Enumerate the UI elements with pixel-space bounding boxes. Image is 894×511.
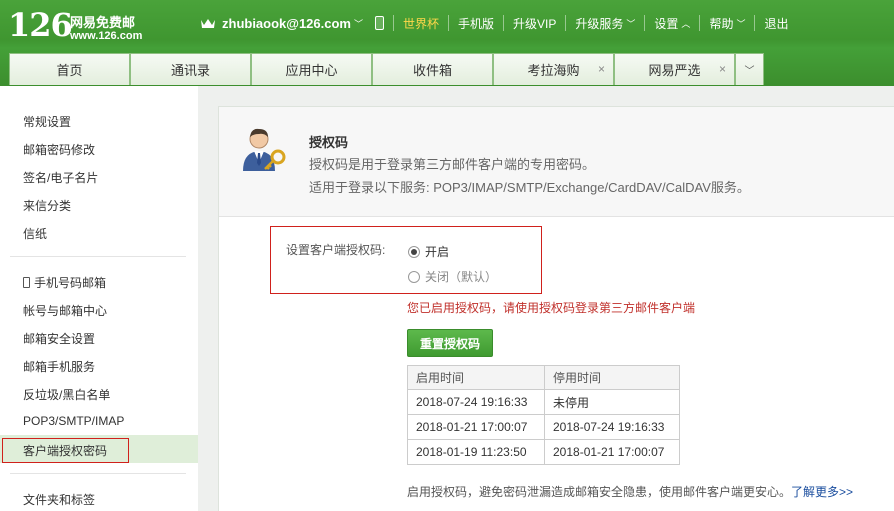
nav-settings-label: 设置 xyxy=(654,16,679,31)
close-icon[interactable]: × xyxy=(598,62,605,76)
nav-upgrade-service-label: 升级服务 xyxy=(575,16,624,31)
logo-url: www.126.com xyxy=(70,30,143,42)
logo-name: 网易免费邮 xyxy=(70,15,136,30)
description-line-1: 授权码是用于登录第三方邮件客户端的专用密码。 xyxy=(309,157,596,172)
footer-text: 启用授权码，避免密码泄漏造成邮箱安全隐患，使用邮件客户端更安心。 xyxy=(407,485,792,499)
tab-app-center[interactable]: 应用中心 xyxy=(251,53,372,85)
settings-sidebar: 常规设置 邮箱密码修改 签名/电子名片 来信分类 信纸 手机号码邮箱 帐号与邮箱… xyxy=(0,86,198,511)
cell-end-time: 2018-01-21 17:00:07 xyxy=(544,439,680,465)
tabs-more-button[interactable]: ﹀ xyxy=(735,53,764,85)
radio-disable-label: 关闭（默认） xyxy=(425,270,498,284)
user-email: zhubiaook@126.com xyxy=(222,15,351,31)
radio-checked-icon xyxy=(408,245,420,258)
page-title: 授权码 xyxy=(309,135,349,150)
tab-bar: 首页 通讯录 应用中心 收件箱 考拉海购 × 网易严选 × ﹀ xyxy=(9,53,764,85)
sidebar-item-pop3[interactable]: POP3/SMTP/IMAP xyxy=(23,414,124,428)
nav-mobile[interactable]: 手机版 xyxy=(448,15,503,31)
nav-logout[interactable]: 退出 xyxy=(754,15,797,31)
crown-icon xyxy=(201,19,215,28)
nav-upgrade-vip[interactable]: 升级VIP xyxy=(503,15,565,31)
divider xyxy=(10,256,186,257)
nav-upgrade-service[interactable]: 升级服务 ﹀ xyxy=(565,15,644,31)
tab-inbox[interactable]: 收件箱 xyxy=(372,53,493,85)
tab-label: 收件箱 xyxy=(412,63,452,78)
table-row: 2018-01-19 11:23:50 2018-01-21 17:00:07 xyxy=(407,439,680,465)
sidebar-item-stationery[interactable]: 信纸 xyxy=(23,225,47,242)
nav-help[interactable]: 帮助 ﹀ xyxy=(699,15,754,31)
auth-setting-box: 设置客户端授权码: 开启 关闭（默认） xyxy=(270,226,542,294)
sidebar-item-label: 手机号码邮箱 xyxy=(34,276,107,290)
sidebar-item-antispam[interactable]: 反垃圾/黑白名单 xyxy=(23,386,110,403)
cell-end-time: 2018-07-24 19:16:33 xyxy=(544,414,680,440)
tab-label: 通讯录 xyxy=(170,63,210,78)
footer-note: 启用授权码，避免密码泄漏造成邮箱安全隐患，使用邮件客户端更安心。了解更多>> xyxy=(407,483,853,500)
top-nav: zhubiaook@126.com ﹀ 世界杯 手机版 升级VIP 升级服务 ﹀… xyxy=(200,13,797,33)
tab-label: 考拉海购 xyxy=(527,63,580,78)
highlight-box xyxy=(2,438,129,463)
close-icon[interactable]: × xyxy=(719,62,726,76)
tab-label: 网易严选 xyxy=(648,63,701,78)
nav-world-cup[interactable]: 世界杯 xyxy=(393,15,448,31)
sidebar-item-security[interactable]: 邮箱安全设置 xyxy=(23,330,95,347)
column-header-start: 启用时间 xyxy=(407,365,545,390)
table-header-row: 启用时间 停用时间 xyxy=(407,365,680,390)
sidebar-item-mobile-service[interactable]: 邮箱手机服务 xyxy=(23,358,95,375)
auth-code-panel: 授权码 授权码是用于登录第三方邮件客户端的专用密码。 适用于登录以下服务: PO… xyxy=(218,106,894,511)
tab-yanxuan[interactable]: 网易严选 × xyxy=(614,53,735,85)
cell-end-time: 未停用 xyxy=(544,389,680,415)
chevron-down-icon: ﹀ xyxy=(744,66,755,77)
radio-enable-label: 开启 xyxy=(425,245,450,259)
auth-history-table: 启用时间 停用时间 2018-07-24 19:16:33 未停用 2018-0… xyxy=(407,365,680,465)
cell-start-time: 2018-01-21 17:00:07 xyxy=(407,414,545,440)
enabled-notice: 您已启用授权码，请使用授权码登录第三方邮件客户端 xyxy=(407,301,696,315)
sidebar-item-password[interactable]: 邮箱密码修改 xyxy=(23,141,95,158)
tab-label: 首页 xyxy=(56,63,83,78)
sidebar-item-account-center[interactable]: 帐号与邮箱中心 xyxy=(23,302,107,319)
table-row: 2018-01-21 17:00:07 2018-07-24 19:16:33 xyxy=(407,414,680,440)
radio-enable[interactable]: 开启 xyxy=(408,243,449,260)
nav-help-label: 帮助 xyxy=(709,16,734,31)
radio-unchecked-icon xyxy=(408,270,420,283)
header: 126 网易免费邮 www.126.com zhubiaook@126.com … xyxy=(0,0,894,86)
chevron-down-icon: ﹀ xyxy=(736,18,746,29)
sidebar-item-general[interactable]: 常规设置 xyxy=(23,113,71,130)
sidebar-item-signature[interactable]: 签名/电子名片 xyxy=(23,169,98,186)
description-line-2: 适用于登录以下服务: POP3/IMAP/SMTP/Exchange/CardD… xyxy=(309,180,750,195)
phone-icon xyxy=(23,277,30,288)
chevron-down-icon: ﹀ xyxy=(353,18,363,29)
nav-settings[interactable]: 设置 ︿ xyxy=(644,15,699,31)
chevron-up-icon: ︿ xyxy=(681,18,691,29)
user-menu[interactable]: zhubiaook@126.com ﹀ xyxy=(200,15,393,31)
logo-number: 126 xyxy=(8,6,73,44)
panel-header: 授权码 授权码是用于登录第三方邮件客户端的专用密码。 适用于登录以下服务: PO… xyxy=(219,107,894,217)
sidebar-item-phone-mailbox[interactable]: 手机号码邮箱 xyxy=(23,274,106,291)
mobile-icon[interactable] xyxy=(375,16,384,30)
cell-start-time: 2018-07-24 19:16:33 xyxy=(407,389,545,415)
sidebar-item-filters[interactable]: 来信分类 xyxy=(23,197,71,214)
column-header-end: 停用时间 xyxy=(544,365,680,390)
learn-more-link[interactable]: 了解更多>> xyxy=(791,485,853,499)
cell-start-time: 2018-01-19 11:23:50 xyxy=(407,439,545,465)
divider xyxy=(10,473,186,474)
chevron-down-icon: ﹀ xyxy=(626,18,636,29)
setting-label: 设置客户端授权码: xyxy=(286,243,386,257)
sidebar-item-folders[interactable]: 文件夹和标签 xyxy=(23,491,95,508)
tab-kaola[interactable]: 考拉海购 × xyxy=(493,53,614,85)
reset-auth-code-button[interactable]: 重置授权码 xyxy=(407,329,493,357)
tab-home[interactable]: 首页 xyxy=(9,53,130,85)
tab-contacts[interactable]: 通讯录 xyxy=(130,53,251,85)
user-key-icon xyxy=(243,128,286,171)
radio-disable[interactable]: 关闭（默认） xyxy=(408,268,497,285)
tab-label: 应用中心 xyxy=(285,63,338,78)
table-row: 2018-07-24 19:16:33 未停用 xyxy=(407,389,680,415)
